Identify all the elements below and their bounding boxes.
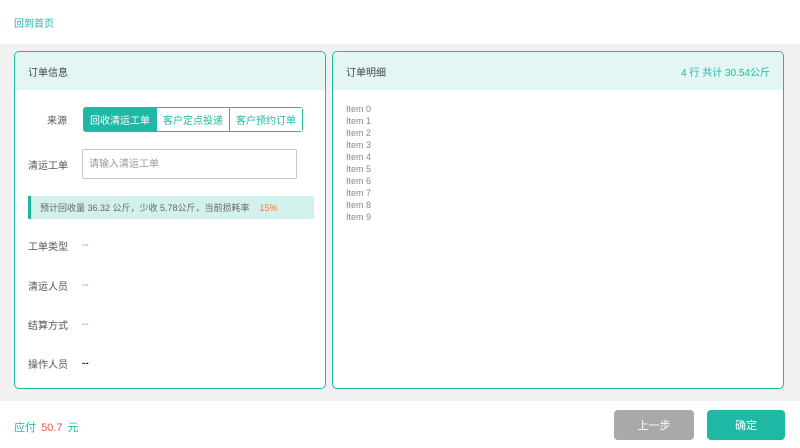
list-item: Item 0: [346, 104, 372, 114]
source-segmented-control: 回收清运工单 客户定点投递 客户预约订单: [83, 107, 303, 132]
list-item: Item 1: [346, 116, 372, 126]
list-item: Item 8: [346, 200, 372, 210]
order-info-title: 订单信息: [28, 67, 68, 79]
loss-rate: 15%: [259, 202, 278, 213]
collector-label: 清运人员: [28, 282, 68, 293]
source-label: 来源: [47, 116, 67, 127]
loss-notice-text: 预计回收量 36.32 公斤，少收 5.78公斤，当前损耗率: [40, 203, 250, 213]
source-option-customer-appointment[interactable]: 客户预约订单: [229, 108, 302, 131]
loss-notice: 预计回收量 36.32 公斤，少收 5.78公斤，当前损耗率 15%: [28, 196, 314, 219]
source-row: 来源 回收清运工单 客户定点投递 客户预约订单: [47, 107, 303, 132]
settlement-row: 结算方式 --: [28, 317, 89, 332]
order-type-label: 工单类型: [28, 242, 68, 253]
payable-label: 应付: [14, 422, 36, 434]
home-link[interactable]: 回到首页: [14, 15, 54, 30]
source-option-recycle-order[interactable]: 回收清运工单: [84, 108, 156, 131]
operator-label: 操作人员: [28, 360, 68, 371]
previous-step-button[interactable]: 上一步: [614, 410, 694, 440]
payable-unit: 元: [67, 422, 79, 434]
order-detail-header: 订单明细 4 行 共计 30.54公斤: [333, 52, 783, 90]
list-item: Item 4: [346, 152, 372, 162]
workspace: 订单信息 来源 回收清运工单 客户定点投递 客户预约订单 清运工单 预计回收量 …: [0, 44, 800, 401]
collector-row: 清运人员 --: [28, 278, 89, 293]
operator-row: 操作人员 --: [28, 356, 89, 371]
list-item: Item 6: [346, 176, 372, 186]
list-item: Item 2: [346, 128, 372, 138]
bottom-bar: 应付 50.7 元 上一步 确定: [0, 401, 800, 448]
work-order-row: 清运工单: [28, 149, 297, 179]
top-bar: 回到首页: [0, 0, 800, 44]
list-item: Item 7: [346, 188, 372, 198]
list-item: Item 5: [346, 164, 372, 174]
order-type-row: 工单类型 --: [28, 238, 89, 253]
payable-amount: 应付 50.7 元: [14, 419, 79, 435]
order-info-panel: 订单信息 来源 回收清运工单 客户定点投递 客户预约订单 清运工单 预计回收量 …: [14, 51, 326, 389]
order-detail-summary: 4 行 共计 30.54公斤: [681, 67, 770, 79]
operator-value: --: [82, 358, 89, 369]
list-item: Item 9: [346, 212, 372, 222]
order-detail-panel: 订单明细 4 行 共计 30.54公斤 Item 0 Item 1 Item 2…: [332, 51, 784, 389]
item-list: Item 0 Item 1 Item 2 Item 3 Item 4 Item …: [346, 103, 371, 223]
work-order-input[interactable]: [82, 149, 297, 179]
collector-value: --: [82, 280, 89, 291]
settlement-label: 结算方式: [28, 321, 68, 332]
order-info-header: 订单信息: [15, 52, 325, 90]
settlement-value: --: [82, 319, 89, 330]
order-type-value: --: [82, 240, 89, 251]
order-detail-title: 订单明细: [346, 67, 386, 79]
work-order-label: 清运工单: [28, 160, 68, 172]
confirm-button[interactable]: 确定: [707, 410, 785, 440]
payable-value: 50.7: [41, 422, 63, 434]
list-item: Item 3: [346, 140, 372, 150]
source-option-customer-dropoff[interactable]: 客户定点投递: [156, 108, 229, 131]
